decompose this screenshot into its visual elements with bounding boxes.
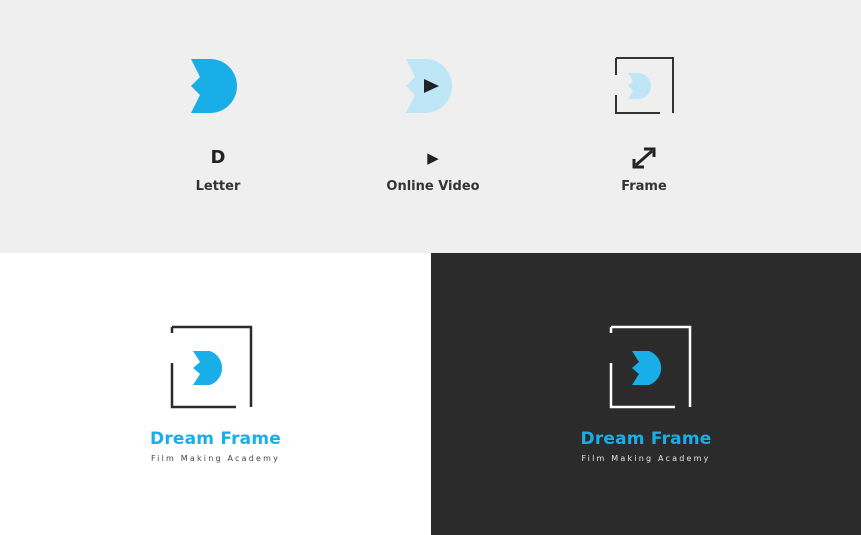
concept-frame: Frame [564, 55, 724, 215]
brand-tagline: Film Making Academy [581, 454, 711, 463]
brand-tagline: Film Making Academy [150, 454, 281, 463]
play-icon: ▶ [427, 149, 439, 167]
concept-online-video: ▶ Online Video [353, 55, 513, 215]
concept-letter: D Letter [138, 55, 298, 215]
dream-frame-logo-icon [170, 325, 253, 409]
play-d-icon [406, 59, 452, 113]
brand-name: Dream Frame [580, 429, 712, 449]
logo-light-panel: Dream Frame Film Making Academy [0, 253, 431, 535]
d-letter-icon [191, 59, 237, 113]
frame-d-icon [615, 57, 674, 114]
dream-frame-logo-icon [609, 325, 692, 409]
frame-corners-icon [632, 147, 656, 169]
concept-symbol: D [210, 147, 226, 168]
concept-label: Online Video [386, 179, 480, 194]
brand-name: Dream Frame [150, 429, 281, 449]
concept-symbol [564, 147, 724, 169]
concept-label: Frame [621, 179, 667, 194]
concept-symbol: ▶ [353, 147, 513, 169]
concept-section: D Letter ▶ Online Video Frame [0, 0, 861, 253]
concept-label: Letter [195, 179, 241, 194]
logo-dark-panel: Dream Frame Film Making Academy [431, 253, 861, 535]
